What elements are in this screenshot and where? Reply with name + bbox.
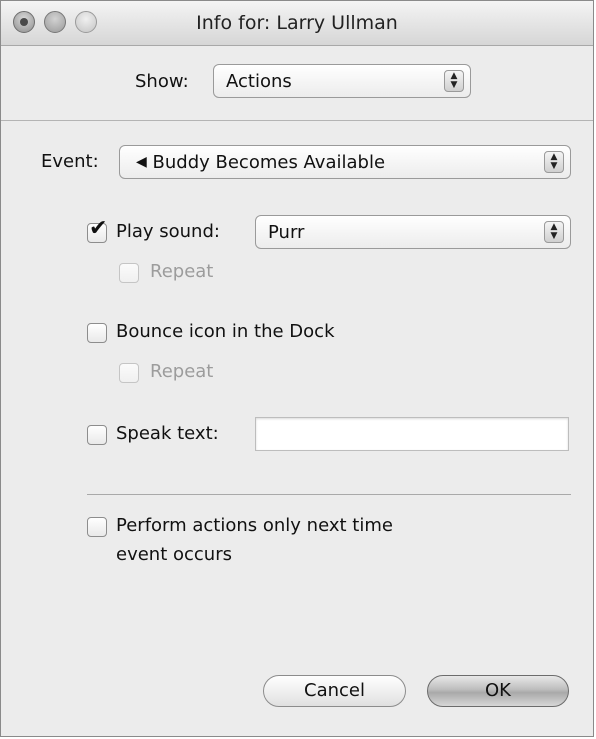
sound-popup-value: Purr — [268, 222, 305, 243]
show-label: Show: — [135, 71, 189, 92]
play-sound-label: Play sound: — [116, 221, 220, 242]
sound-popup[interactable]: Purr ▲ ▼ — [255, 215, 571, 249]
popup-arrows-icon: ▲ ▼ — [544, 151, 564, 173]
speak-text-label: Speak text: — [116, 423, 219, 444]
bounce-repeat-label: Repeat — [150, 361, 214, 382]
sound-repeat-label: Repeat — [150, 261, 214, 282]
checkmark-icon: ✔ — [89, 216, 108, 241]
ok-button[interactable]: OK — [427, 675, 569, 707]
sound-repeat-checkbox[interactable] — [119, 263, 139, 283]
info-window: Info for: Larry Ullman Show: Actions ▲ ▼ … — [0, 0, 594, 737]
perform-once-checkbox[interactable] — [87, 517, 107, 537]
perform-once-label-line1: Perform actions only next time — [116, 515, 393, 536]
bounce-label: Bounce icon in the Dock — [116, 321, 335, 342]
speaker-icon: ◀ — [136, 154, 147, 170]
event-popup[interactable]: ◀ Buddy Becomes Available ▲ ▼ — [119, 145, 571, 179]
popup-arrows-icon: ▲ ▼ — [544, 221, 564, 243]
speak-text-field[interactable] — [255, 417, 569, 451]
event-label: Event: — [41, 151, 99, 172]
show-popup-value: Actions — [226, 71, 292, 92]
bounce-repeat-checkbox[interactable] — [119, 363, 139, 383]
event-popup-value: ◀ Buddy Becomes Available — [136, 152, 386, 173]
top-separator — [1, 120, 593, 121]
popup-arrows-icon: ▲ ▼ — [444, 70, 464, 92]
window-title: Info for: Larry Ullman — [196, 12, 398, 34]
bounce-checkbox[interactable] — [87, 323, 107, 343]
title-bar[interactable]: Info for: Larry Ullman — [1, 1, 593, 46]
middle-separator — [87, 494, 571, 495]
show-popup[interactable]: Actions ▲ ▼ — [213, 64, 471, 98]
play-sound-checkbox[interactable]: ✔ — [87, 218, 107, 243]
perform-once-label-line2: event occurs — [116, 544, 232, 565]
speak-text-checkbox[interactable] — [87, 425, 107, 445]
cancel-button[interactable]: Cancel — [263, 675, 406, 707]
